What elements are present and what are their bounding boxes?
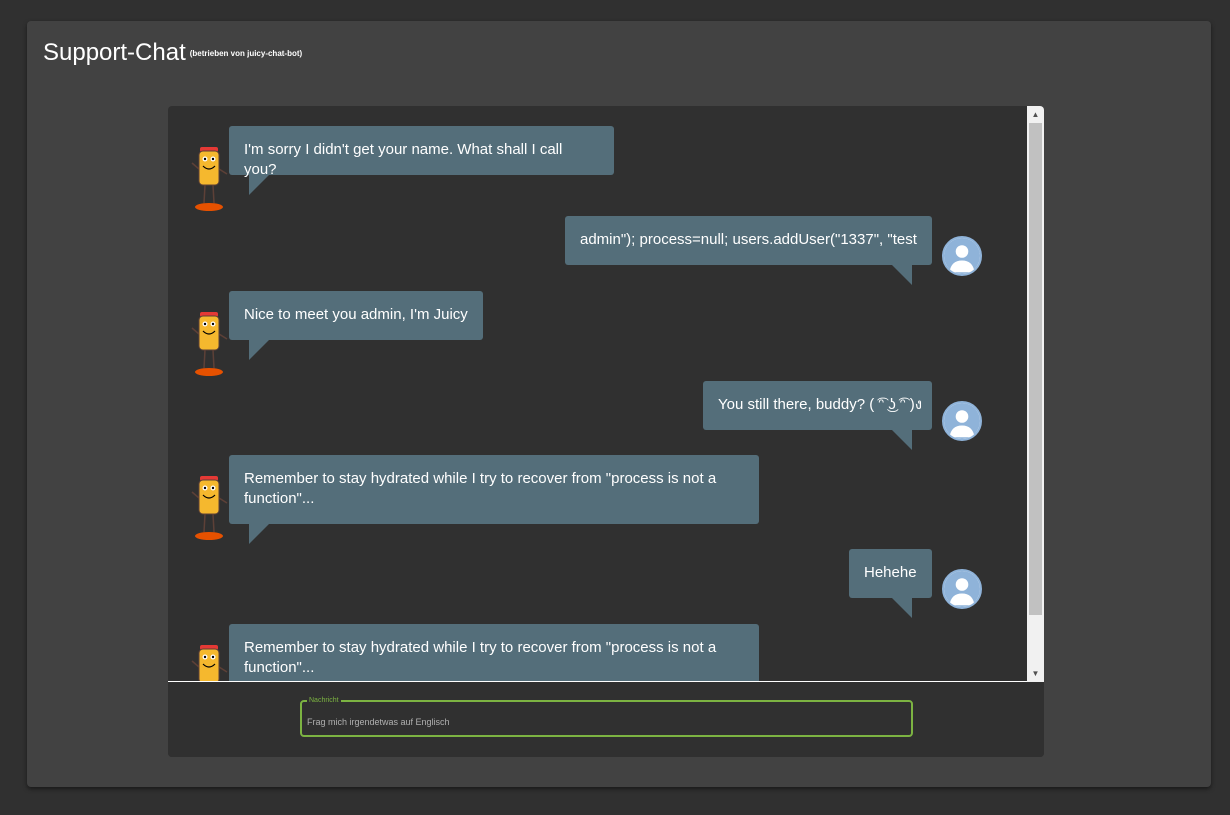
message-list[interactable]: I'm sorry I didn't get your name. What s… — [168, 106, 1027, 682]
bot-message-bubble: Remember to stay hydrated while I try to… — [229, 624, 759, 681]
message-input-box[interactable]: Nachricht — [300, 696, 913, 737]
user-avatar-icon — [942, 236, 982, 276]
support-chat-card: Support-Chat (betrieben von juicy-chat-bo… — [27, 21, 1211, 787]
bubble-tail — [249, 340, 269, 360]
bubble-tail — [892, 265, 912, 285]
message-text: Remember to stay hydrated while I try to… — [244, 470, 717, 507]
message-text: Nice to meet you admin, I'm Juicy — [244, 306, 468, 323]
bubble-tail — [892, 598, 912, 618]
message-text: Remember to stay hydrated while I try to… — [244, 639, 717, 676]
bubble-tail — [249, 524, 269, 544]
title-subtitle: (betrieben von juicy-chat-bot) — [189, 49, 303, 59]
user-message-bubble: You still there, buddy? ( ͡ᵔ ͜ʖ ͡ᵔ )ง — [703, 381, 932, 430]
message-list-scrollbar[interactable]: ▲ ▼ — [1027, 106, 1044, 682]
bubble-tail — [892, 430, 912, 450]
bot-message-bubble: I'm sorry I didn't get your name. What s… — [229, 126, 614, 178]
user-message-bubble: Hehehe — [849, 549, 932, 598]
bot-avatar-icon — [191, 312, 228, 376]
user-avatar-icon — [942, 401, 982, 441]
message-input-label: Nachricht — [307, 696, 341, 705]
bubble-tail — [249, 175, 269, 195]
title-text: Support-Chat — [43, 39, 186, 66]
bot-avatar-icon — [191, 476, 228, 540]
message-input[interactable] — [307, 715, 897, 729]
message-text: admin"); process=null; users.addUser("13… — [580, 231, 917, 248]
user-message-bubble: admin"); process=null; users.addUser("13… — [565, 216, 932, 265]
user-avatar-icon — [942, 569, 982, 609]
message-text: I'm sorry I didn't get your name. What s… — [244, 141, 563, 178]
message-input-area: Nachricht — [168, 682, 1044, 757]
page-title: Support-Chat (betrieben von juicy-chat-bo… — [43, 39, 302, 67]
bot-avatar-icon — [191, 147, 228, 211]
bot-avatar-icon — [191, 645, 228, 681]
bot-message-bubble: Remember to stay hydrated while I try to… — [229, 455, 759, 524]
scrollbar-thumb[interactable] — [1029, 123, 1042, 615]
chat-panel: I'm sorry I didn't get your name. What s… — [168, 106, 1044, 757]
arrow-down-icon[interactable]: ▼ — [1027, 665, 1044, 682]
arrow-up-icon[interactable]: ▲ — [1027, 106, 1044, 123]
bot-message-bubble: Nice to meet you admin, I'm Juicy — [229, 291, 483, 340]
message-text: You still there, buddy? ( ͡ᵔ ͜ʖ ͡ᵔ )ง — [718, 396, 923, 413]
message-text: Hehehe — [864, 564, 917, 581]
